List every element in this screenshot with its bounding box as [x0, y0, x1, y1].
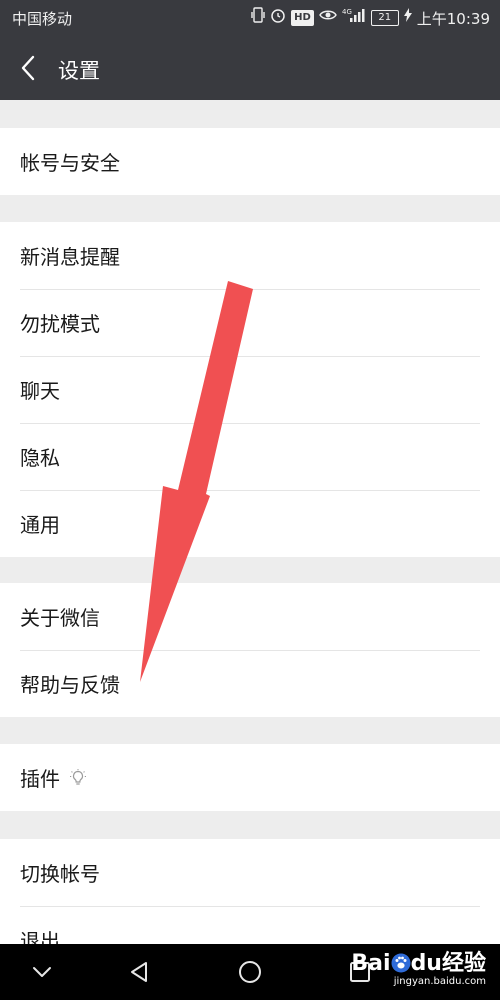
settings-group-plugins: 插件 [0, 744, 500, 811]
settings-item-switch-account[interactable]: 切换帐号 [0, 839, 500, 906]
baidu-paw-icon [391, 953, 411, 973]
charging-icon [403, 8, 412, 28]
vibrate-icon [251, 7, 265, 29]
battery-icon: 21 [370, 10, 399, 26]
settings-item-new-message-alerts[interactable]: 新消息提醒 [0, 222, 500, 289]
status-icons: HD 4G 21 上午10:39 [251, 7, 490, 29]
chevron-left-icon [21, 55, 35, 81]
eye-comfort-icon [318, 8, 337, 28]
settings-item-privacy[interactable]: 隐私 [0, 423, 500, 490]
settings-item-account-security[interactable]: 帐号与安全 [0, 128, 500, 195]
settings-item-label: 帮助与反馈 [20, 673, 120, 697]
status-bar: 中国移动 HD 4G 21 上午10:39 [0, 0, 500, 36]
nav-bar: 设置 [0, 36, 500, 100]
settings-group-general: 新消息提醒 勿扰模式 聊天 隐私 通用 [0, 222, 500, 557]
lightbulb-icon [70, 768, 86, 787]
hd-icon: HD [291, 10, 314, 26]
settings-item-label: 隐私 [20, 446, 60, 470]
settings-screen: 中国移动 HD 4G 21 上午10:39 设置 帐号与安全 新消息提醒 勿扰模… [0, 0, 500, 1000]
settings-item-about-wechat[interactable]: 关于微信 [0, 583, 500, 650]
settings-item-label: 切换帐号 [20, 862, 100, 886]
settings-item-plugins[interactable]: 插件 [0, 744, 500, 811]
watermark-brand: Bai [351, 951, 391, 976]
back-button[interactable] [10, 46, 46, 90]
settings-item-do-not-disturb[interactable]: 勿扰模式 [0, 289, 500, 356]
chevron-down-icon [33, 967, 51, 977]
triangle-back-icon [131, 962, 147, 982]
baidu-jingyan-watermark: Bai du经验 jingyan.baidu.com [351, 952, 486, 988]
system-nav-bar: Bai du经验 jingyan.baidu.com [0, 944, 500, 1000]
circle-home-icon [239, 961, 261, 983]
page-title: 设置 [58, 59, 100, 83]
nav-back-button[interactable] [124, 957, 154, 987]
settings-item-label: 聊天 [20, 379, 60, 403]
signal-icon: 4G [342, 7, 366, 29]
settings-item-label: 帐号与安全 [20, 151, 120, 175]
settings-item-chat[interactable]: 聊天 [0, 356, 500, 423]
settings-item-label: 勿扰模式 [20, 312, 100, 336]
hide-nav-button[interactable] [27, 957, 57, 987]
settings-item-label: 通用 [20, 513, 60, 537]
settings-item-general[interactable]: 通用 [0, 490, 500, 557]
settings-group-account: 帐号与安全 [0, 128, 500, 195]
battery-level: 21 [378, 12, 392, 23]
settings-group-about: 关于微信 帮助与反馈 [0, 583, 500, 717]
settings-item-label: 关于微信 [20, 606, 100, 630]
header: 中国移动 HD 4G 21 上午10:39 设置 [0, 0, 500, 100]
clock-label: 上午10:39 [416, 9, 490, 28]
watermark-suffix: 经验 [441, 951, 486, 976]
watermark-url: jingyan.baidu.com [393, 976, 486, 987]
settings-item-label: 插件 [20, 767, 60, 791]
carrier-label: 中国移动 [12, 10, 73, 28]
alarm-icon [270, 7, 286, 29]
settings-item-help-feedback[interactable]: 帮助与反馈 [0, 650, 500, 717]
settings-item-label: 新消息提醒 [20, 245, 120, 269]
nav-home-button[interactable] [235, 957, 265, 987]
network-type-label: 4G [342, 8, 352, 16]
watermark-du: du [410, 951, 442, 976]
